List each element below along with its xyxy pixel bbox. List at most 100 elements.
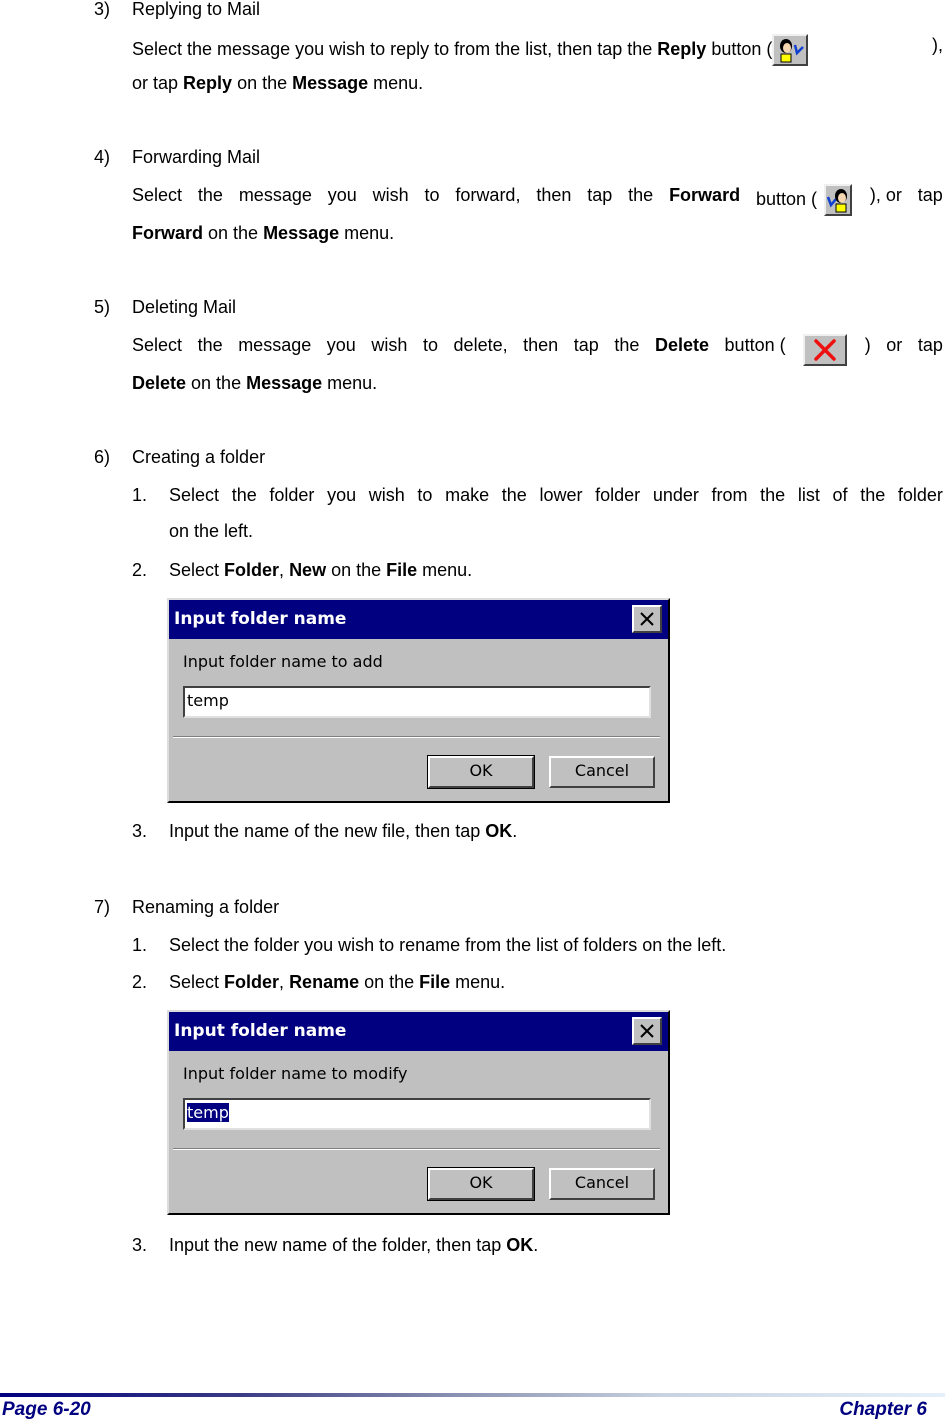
bold-term: File xyxy=(386,560,418,580)
word: of xyxy=(832,485,848,505)
close-icon xyxy=(640,1024,654,1038)
bold-term: Message xyxy=(246,373,323,393)
step-number: 1. xyxy=(132,935,148,955)
word: the xyxy=(628,185,654,205)
text: . xyxy=(512,821,518,841)
section-title: Deleting Mail xyxy=(132,297,237,317)
input-value-selected: temp xyxy=(187,1103,229,1122)
reply-icon xyxy=(772,34,809,66)
bold-term: Message xyxy=(292,73,369,93)
input-value: temp xyxy=(187,691,229,710)
text: Select xyxy=(169,972,225,992)
close-button[interactable] xyxy=(632,605,662,633)
bold-term: File xyxy=(419,972,451,992)
paragraph-line: Select the message you wish to reply to … xyxy=(132,34,943,66)
text: ), xyxy=(932,35,943,55)
close-button[interactable] xyxy=(632,1017,662,1045)
chapter-label: Chapter 6 xyxy=(839,1399,927,1420)
word: ), or xyxy=(869,185,902,205)
paragraph-line: or tap Reply on the Message menu. xyxy=(132,72,423,94)
word: delete, xyxy=(453,335,508,355)
word: then xyxy=(523,335,559,355)
folder-name-input[interactable]: temp xyxy=(183,1098,651,1130)
text: on the xyxy=(186,373,247,393)
text: , xyxy=(279,560,290,580)
step-text: Select the folder you wish to make the l… xyxy=(169,484,943,506)
word: tap xyxy=(917,335,943,355)
word: to xyxy=(424,185,440,205)
paragraph-line: Delete on the Message menu. xyxy=(132,372,377,394)
word: the xyxy=(501,485,527,505)
text: menu. xyxy=(322,373,378,393)
word: tap xyxy=(587,185,613,205)
word: wish xyxy=(372,185,409,205)
section-number: 5) xyxy=(94,297,111,317)
bold-term: Reply xyxy=(657,38,707,59)
rename-folder-dialog: Input folder name Input folder name to m… xyxy=(167,1010,670,1215)
word: under xyxy=(652,485,699,505)
text: . xyxy=(533,1235,539,1255)
dialog-prompt: Input folder name to add xyxy=(183,652,383,671)
bold-term: Reply xyxy=(183,73,233,93)
bold-term: New xyxy=(289,560,327,580)
cancel-button[interactable]: Cancel xyxy=(549,1168,655,1200)
forward-icon xyxy=(824,184,853,216)
ok-button[interactable]: OK xyxy=(427,1167,535,1201)
word: the xyxy=(614,335,640,355)
word: the xyxy=(231,485,257,505)
folder-name-input[interactable]: temp xyxy=(183,686,651,718)
page-number: Page 6-20 xyxy=(2,1399,91,1420)
bold-term: Delete xyxy=(132,373,187,393)
paragraph-line: Select the message you wish to delete, t… xyxy=(132,334,943,366)
text: menu. xyxy=(368,73,424,93)
word: wish xyxy=(371,335,408,355)
text: on the xyxy=(359,972,420,992)
word: or xyxy=(886,335,903,355)
step-text: Input the new name of the folder, then t… xyxy=(169,1234,538,1256)
step-text: Select the folder you wish to rename fro… xyxy=(169,935,727,955)
word: you xyxy=(326,335,356,355)
text: , xyxy=(279,972,290,992)
word: button ( xyxy=(756,184,854,216)
word: wish xyxy=(368,485,405,505)
text: on the xyxy=(203,223,264,243)
section-number: 7) xyxy=(94,897,111,917)
word: you xyxy=(327,485,357,505)
divider xyxy=(173,736,660,738)
paragraph-line: Select the message you wish to forward, … xyxy=(132,184,943,216)
word: folder xyxy=(595,485,641,505)
section-number: 3) xyxy=(94,0,111,19)
step-text: Select Folder, Rename on the File menu. xyxy=(169,971,505,993)
bold-term: OK xyxy=(485,821,513,841)
word: tap xyxy=(573,335,599,355)
ok-button[interactable]: OK xyxy=(427,755,535,789)
word: ) xyxy=(864,335,871,355)
close-icon xyxy=(640,612,654,626)
bold-term: Message xyxy=(263,223,340,243)
text: Input the new name of the folder, then t… xyxy=(169,1235,507,1255)
word: forward, xyxy=(455,185,521,205)
text: or tap xyxy=(132,73,184,93)
step-text: Input the name of the new file, then tap… xyxy=(169,820,517,842)
dialog-prompt: Input folder name to modify xyxy=(183,1064,408,1083)
cancel-button[interactable]: Cancel xyxy=(549,756,655,788)
add-folder-dialog: Input folder name Input folder name to a… xyxy=(167,598,670,803)
word: Select xyxy=(169,485,220,505)
step-number: 1. xyxy=(132,485,148,505)
bold-term: Forward xyxy=(669,185,741,205)
text: on the xyxy=(326,560,387,580)
step-text: Select Folder, New on the File menu. xyxy=(169,559,472,581)
word: folder xyxy=(269,485,315,505)
footer-rule xyxy=(0,1393,945,1397)
word: to xyxy=(417,485,433,505)
paragraph-line: Forward on the Message menu. xyxy=(132,222,394,244)
text: button ( xyxy=(706,38,773,59)
word: message xyxy=(238,335,312,355)
section-title: Creating a folder xyxy=(132,447,266,467)
bold-term: Folder xyxy=(224,560,280,580)
step-number: 3. xyxy=(132,821,148,841)
word: the xyxy=(197,335,223,355)
section-title: Renaming a folder xyxy=(132,897,280,917)
word: to xyxy=(422,335,438,355)
step-number: 3. xyxy=(132,1235,148,1255)
